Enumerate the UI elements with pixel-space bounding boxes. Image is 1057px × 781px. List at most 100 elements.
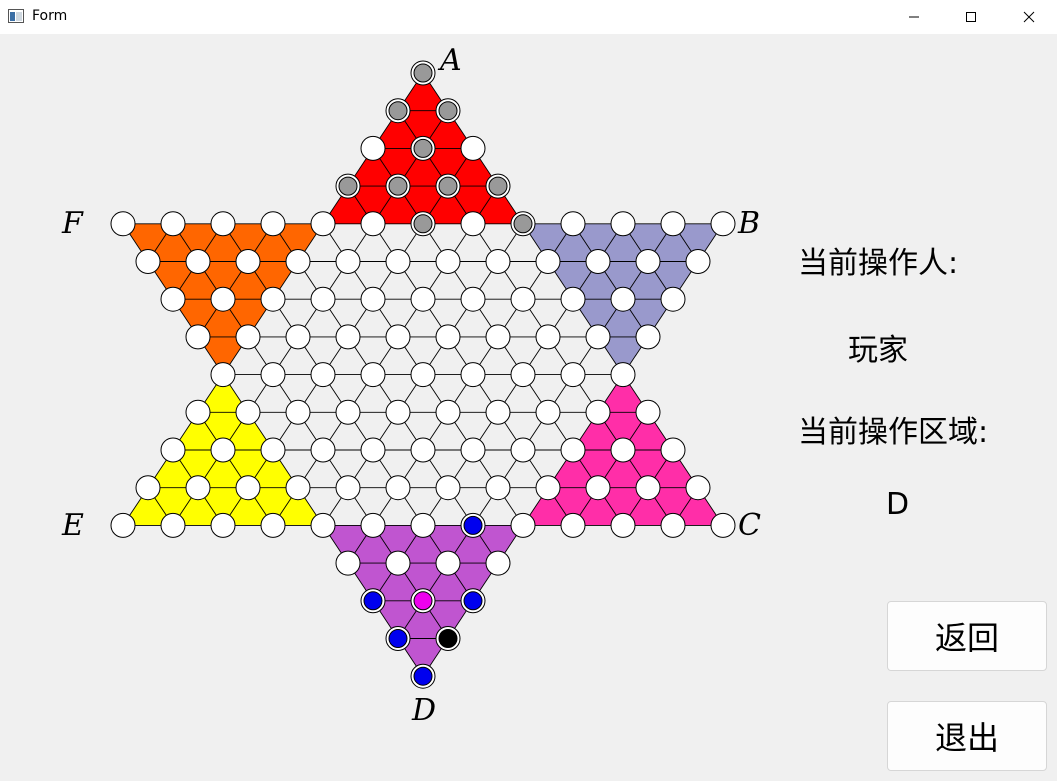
piece-gray[interactable] [510,211,536,237]
board-hole[interactable] [210,437,236,463]
board-hole[interactable] [660,512,686,538]
piece-gray[interactable] [410,135,436,161]
board-hole[interactable] [360,512,386,538]
board-hole[interactable] [185,249,211,274]
board-hole[interactable] [635,249,661,274]
piece-gray[interactable] [435,173,461,199]
board-hole[interactable] [235,475,261,501]
board-hole[interactable] [335,475,361,501]
hole-circle[interactable] [185,324,211,350]
hole-circle[interactable] [685,475,711,501]
board-hole[interactable] [635,399,661,425]
board-hole[interactable] [110,211,136,237]
board-hole[interactable] [460,211,486,237]
piece-marker[interactable] [413,63,433,83]
hole-circle[interactable] [435,324,461,350]
hole-circle[interactable] [360,286,386,312]
hole-circle[interactable] [485,550,511,576]
board-hole[interactable] [435,249,461,274]
hole-circle[interactable] [660,211,686,237]
hole-circle[interactable] [435,550,461,576]
board-hole[interactable] [685,475,711,501]
hole-circle[interactable] [360,437,386,463]
piece-marker[interactable] [413,138,433,158]
board-hole[interactable] [610,286,636,312]
hole-circle[interactable] [510,286,536,312]
hole-circle[interactable] [185,399,211,425]
hole-circle[interactable] [535,249,561,274]
hole-circle[interactable] [510,362,536,388]
hole-circle[interactable] [410,286,436,312]
board-hole[interactable] [385,324,411,350]
board-hole[interactable] [610,437,636,463]
board-hole[interactable] [585,475,611,501]
board-hole[interactable] [410,437,436,463]
board-hole[interactable] [360,362,386,388]
hole-circle[interactable] [585,475,611,501]
hole-circle[interactable] [135,475,161,501]
board-hole[interactable] [660,286,686,312]
hole-circle[interactable] [335,475,361,501]
hole-circle[interactable] [160,211,186,237]
board-hole[interactable] [385,550,411,576]
board-hole[interactable] [510,286,536,312]
board-hole[interactable] [260,211,286,237]
piece-blue[interactable] [385,626,411,651]
hole-circle[interactable] [460,362,486,388]
board-hole[interactable] [485,324,511,350]
hole-circle[interactable] [560,286,586,312]
hole-circle[interactable] [260,362,286,388]
hole-circle[interactable] [635,249,661,274]
hole-circle[interactable] [535,475,561,501]
hole-circle[interactable] [385,399,411,425]
piece-black[interactable] [435,626,461,651]
hole-circle[interactable] [560,211,586,237]
piece-blue[interactable] [360,588,386,614]
piece-marker[interactable] [513,214,533,234]
hole-circle[interactable] [335,249,361,274]
piece-marker[interactable] [488,176,508,196]
hole-circle[interactable] [460,437,486,463]
board-hole[interactable] [160,211,186,237]
board-hole[interactable] [310,437,336,463]
hole-circle[interactable] [385,550,411,576]
board-hole[interactable] [135,475,161,501]
board-hole[interactable] [560,286,586,312]
board-hole[interactable] [260,286,286,312]
board-hole[interactable] [485,399,511,425]
board-hole[interactable] [610,211,636,237]
hole-circle[interactable] [210,211,236,237]
piece-marker[interactable] [338,176,358,196]
board-hole[interactable] [460,286,486,312]
board-hole[interactable] [285,399,311,425]
hole-circle[interactable] [510,437,536,463]
board-hole[interactable] [585,324,611,350]
hole-circle[interactable] [310,286,336,312]
hole-circle[interactable] [585,324,611,350]
hole-circle[interactable] [360,512,386,538]
board-hole[interactable] [485,550,511,576]
hole-circle[interactable] [610,437,636,463]
piece-blue[interactable] [410,663,436,689]
board-hole[interactable] [335,550,361,576]
board-hole[interactable] [110,512,136,538]
board-hole[interactable] [260,362,286,388]
hole-circle[interactable] [560,512,586,538]
piece-gray[interactable] [385,173,411,199]
board-hole[interactable] [460,437,486,463]
board-hole[interactable] [635,324,661,350]
hole-circle[interactable] [160,286,186,312]
hole-circle[interactable] [235,249,261,274]
board-hole[interactable] [360,437,386,463]
hole-circle[interactable] [610,362,636,388]
hole-circle[interactable] [435,249,461,274]
board-hole[interactable] [185,324,211,350]
hole-circle[interactable] [435,475,461,501]
hole-circle[interactable] [610,512,636,538]
board-hole[interactable] [435,550,461,576]
hole-circle[interactable] [660,286,686,312]
hole-circle[interactable] [110,211,136,237]
piece-marker[interactable] [413,591,433,611]
hole-circle[interactable] [460,211,486,237]
hole-circle[interactable] [485,399,511,425]
